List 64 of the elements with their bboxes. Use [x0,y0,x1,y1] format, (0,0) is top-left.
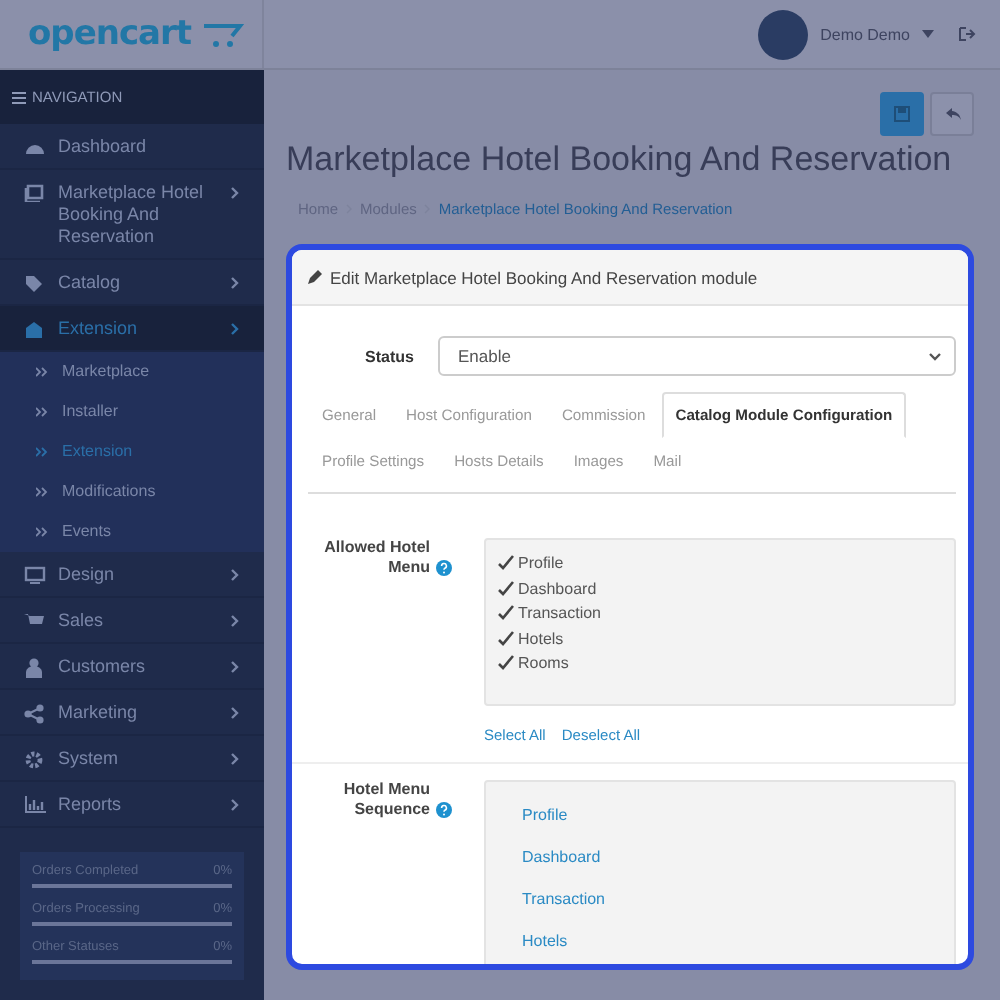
sortable-item[interactable]: Transaction [522,890,954,908]
checkmark-icon[interactable] [496,604,516,622]
nav-item[interactable]: Marketing [0,690,264,736]
submenu-label: Extension [62,442,133,460]
pencil-icon [306,269,322,285]
avatar[interactable] [758,9,809,59]
nav-item[interactable]: Dashboard [0,124,264,170]
submenu-item[interactable]: Extension [0,432,264,472]
nav-item[interactable]: Design [0,552,264,598]
chevron-down-icon [928,351,942,361]
panel-heading: Edit Marketplace Hotel Booking And Reservation module [330,267,758,287]
nav-item[interactable]: Sales [0,598,264,644]
checkbox-label: Dashboard [518,579,597,597]
help-icon[interactable] [436,560,452,576]
submenu-item[interactable]: Marketplace [0,352,264,392]
sortable-item[interactable]: Profile [522,806,954,824]
person-icon [26,657,42,677]
page-title: Marketplace Hotel Booking And Reservation [286,140,952,180]
submenu-item[interactable]: Installer [0,392,264,432]
nav-item[interactable]: System [0,736,264,782]
submenu-label: Modifications [62,482,156,500]
user-menu[interactable]: Demo Demo [820,25,910,43]
field-label: Allowed Hotel Menu [322,538,430,578]
checkmark-icon[interactable] [496,579,516,597]
checkbox-label: Hotels [518,629,564,647]
sortable-item[interactable]: Hotels [522,932,954,950]
double-chevron-icon [36,445,48,457]
monitor-icon [23,565,45,583]
field-label: Hotel Menu Sequence [341,780,430,820]
checkbox-label: Rooms [518,654,569,672]
nav-item[interactable]: Extension [0,306,264,352]
caret-icon [922,30,934,38]
checkbox-label: Transaction [518,604,601,622]
tag-icon [24,273,44,293]
checkmark-icon[interactable] [496,654,516,672]
back-button[interactable] [930,92,974,136]
checkmark-icon[interactable] [496,629,516,647]
cart-icon [24,611,44,629]
status-select[interactable]: Enable [438,336,956,376]
sortable-item[interactable]: Dashboard [522,848,954,866]
nav-item[interactable]: Customers [0,644,264,690]
double-chevron-icon [36,525,48,537]
submenu-item[interactable]: Modifications [0,472,264,512]
share-icon [24,703,44,723]
submenu-item[interactable]: Events [0,512,264,552]
double-chevron-icon [36,365,48,377]
checkmark-icon[interactable] [496,554,516,572]
status-label: Status [363,347,414,365]
submenu-label: Marketplace [62,362,150,380]
bar-chart-icon [23,795,45,813]
save-icon [894,106,910,122]
cart-icon [199,20,244,48]
help-icon[interactable] [436,802,452,818]
menu-icon[interactable] [12,91,26,103]
submenu-label: Events [62,522,111,540]
submenu-label: Installer [62,402,119,420]
nav-item[interactable]: Reports [0,782,264,828]
nav-item[interactable]: Marketplace Hotel Booking And Reservation [0,170,264,260]
checkbox-label: Profile [518,554,564,572]
reply-icon [943,106,961,122]
double-chevron-icon [36,485,48,497]
double-chevron-icon [36,405,48,417]
gear-icon [24,749,44,769]
logout-icon[interactable] [958,26,976,42]
